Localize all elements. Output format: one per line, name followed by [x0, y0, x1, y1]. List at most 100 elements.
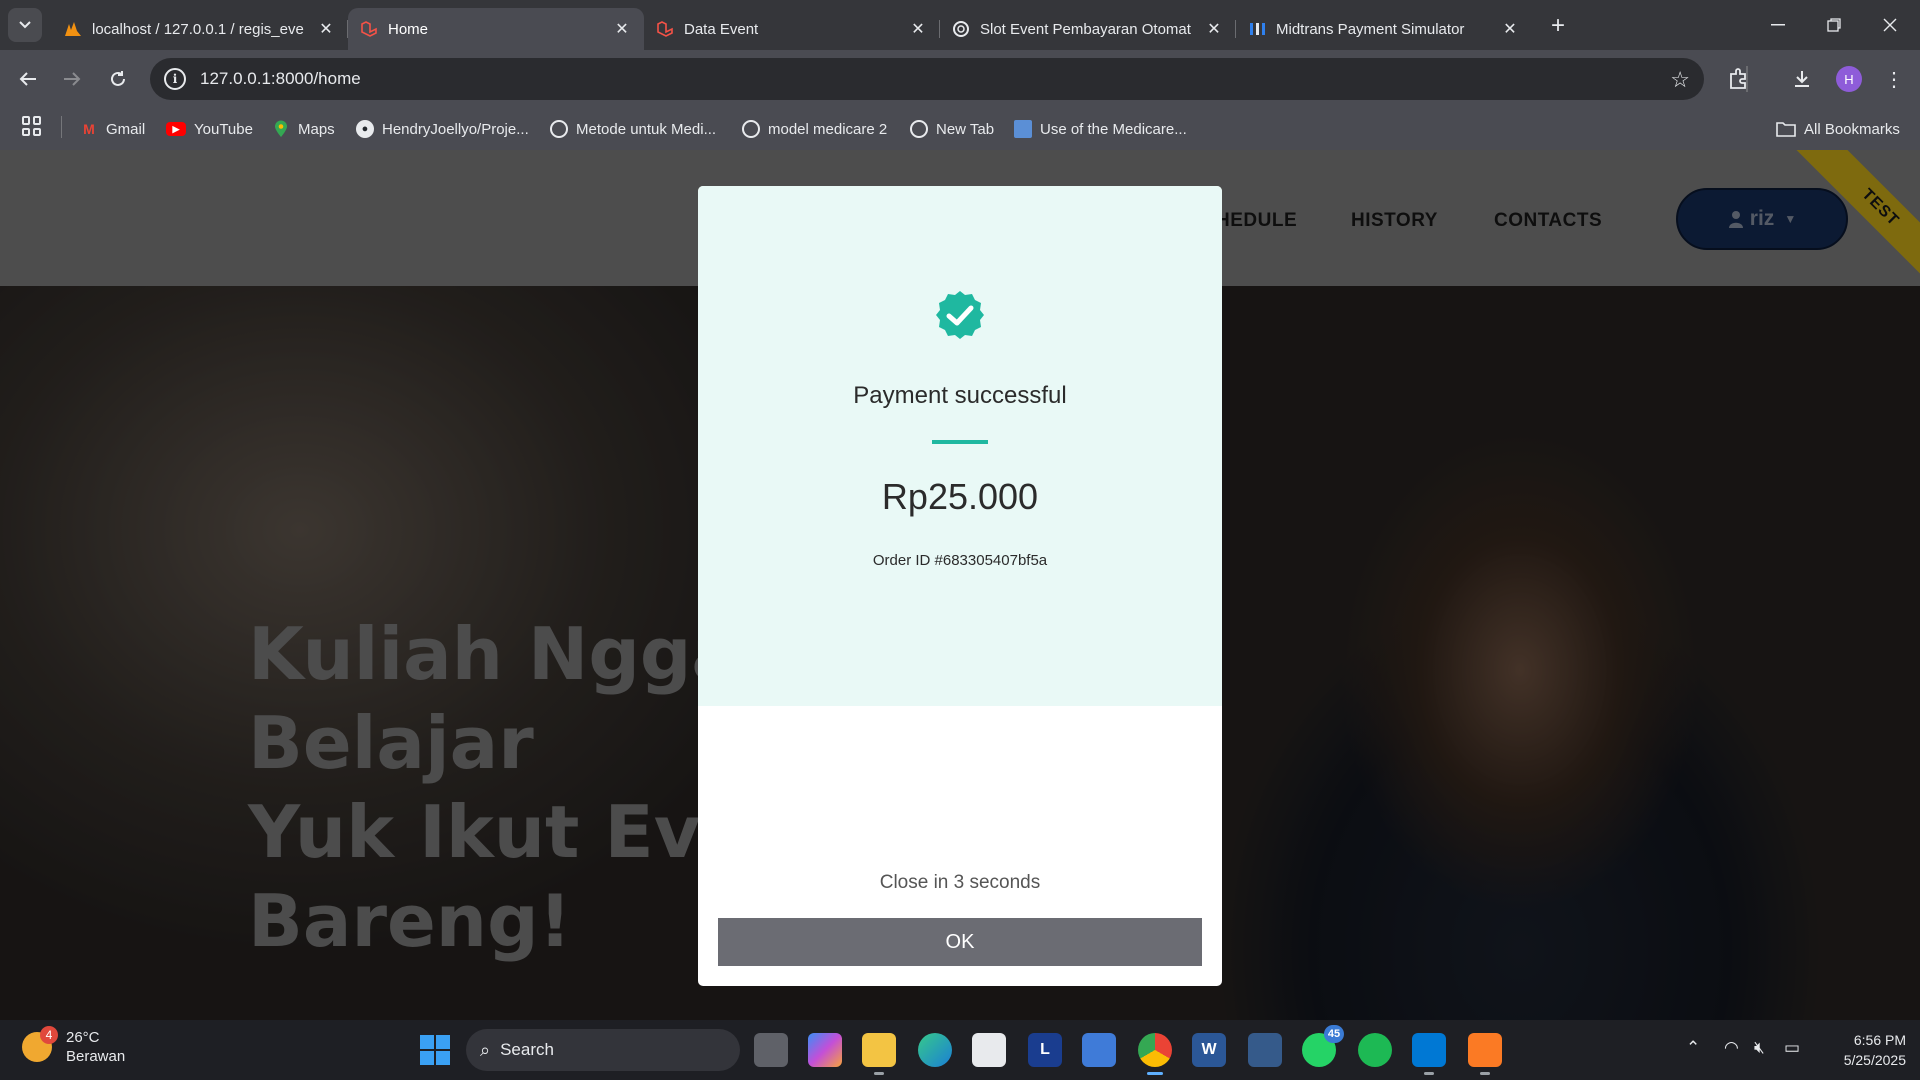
reload-icon [111, 71, 125, 86]
close-window-button[interactable] [1862, 0, 1918, 50]
new-tab-button[interactable]: + [1544, 12, 1572, 40]
youtube-icon: ▶ [166, 122, 186, 136]
restore-button[interactable] [1806, 0, 1862, 50]
edge-icon[interactable] [918, 1033, 952, 1067]
check-circle-icon [936, 291, 984, 339]
phpmyadmin-icon [64, 20, 82, 38]
task-view-icon[interactable] [754, 1033, 788, 1067]
arrow-right-icon [64, 72, 81, 86]
close-tab-icon[interactable]: ✕ [316, 19, 336, 39]
tab-title: Slot Event Pembayaran Otomat [980, 20, 1191, 38]
bookmark-star-icon[interactable]: ☆ [1670, 67, 1690, 93]
reload-button[interactable] [102, 63, 134, 95]
start-button[interactable] [420, 1035, 450, 1065]
chevron-up-icon[interactable]: ⌃ [1686, 1038, 1700, 1058]
tab-data-event[interactable]: Data Event ✕ [644, 8, 940, 50]
bookmark-new-tab[interactable]: New Tab [910, 108, 994, 150]
openai-icon [952, 20, 970, 38]
address-bar[interactable]: i 127.0.0.1:8000/home ☆ [150, 58, 1704, 100]
payment-success-modal: Payment successful Rp25.000 Order ID #68… [698, 186, 1222, 986]
pen-app-icon[interactable] [1082, 1033, 1116, 1067]
laravel-icon [360, 20, 378, 38]
bookmark-model-medicare[interactable]: model medicare 2 [742, 108, 887, 150]
bookmark-label: Maps [298, 120, 335, 138]
vscode-icon[interactable] [1412, 1033, 1446, 1075]
tab-home[interactable]: Home ✕ [348, 8, 644, 50]
bookmark-youtube[interactable]: ▶ YouTube [166, 108, 253, 150]
profile-avatar[interactable]: H [1836, 66, 1862, 92]
weather-widget[interactable]: 4 26°C Berawan [22, 1026, 126, 1066]
doc-icon [1014, 120, 1032, 138]
chevron-down-icon [19, 21, 31, 29]
weather-cloud-icon: 4 [22, 1026, 58, 1062]
minimize-button[interactable] [1750, 0, 1806, 50]
spotify-icon[interactable] [1358, 1033, 1392, 1067]
forward-button[interactable] [56, 63, 88, 95]
url-text: 127.0.0.1:8000/home [200, 69, 361, 88]
microsoft-store-icon[interactable] [972, 1033, 1006, 1067]
site-info-icon[interactable]: i [164, 68, 186, 90]
tab-title: Midtrans Payment Simulator [1276, 20, 1465, 38]
bookmarks-divider [61, 116, 62, 138]
search-icon: ⌕ [480, 1039, 491, 1060]
file-explorer-icon[interactable] [862, 1033, 896, 1075]
notification-count: 45 [1324, 1025, 1344, 1043]
github-icon: ● [356, 120, 374, 138]
bookmark-github[interactable]: ● HendryJoellyo/Proje... [356, 108, 529, 150]
close-tab-icon[interactable]: ✕ [612, 19, 632, 39]
bookmark-label: Metode untuk Medi... [576, 120, 717, 138]
bookmark-label: HendryJoellyo/Proje... [382, 120, 529, 138]
word-icon[interactable]: W [1192, 1033, 1226, 1067]
volume-muted-icon[interactable]: 🔇︎ [1754, 1038, 1765, 1058]
close-tab-icon[interactable]: ✕ [1204, 19, 1224, 39]
tab-title: Data Event [684, 20, 759, 38]
chrome-icon[interactable] [1138, 1033, 1172, 1075]
apps-grid-icon[interactable] [22, 116, 42, 136]
bookmark-maps[interactable]: Maps [272, 108, 335, 150]
midtrans-icon [1248, 20, 1266, 38]
bookmark-label: Use of the Medicare... [1040, 120, 1187, 138]
tab-search-button[interactable] [8, 8, 42, 42]
taskbar-search[interactable]: ⌕ Search [466, 1029, 740, 1071]
system-clock[interactable]: 6:56 PM 5/25/2025 [1822, 1030, 1906, 1070]
bookmark-metode[interactable]: Metode untuk Medi... [550, 108, 716, 150]
tab-phpmyadmin[interactable]: localhost / 127.0.0.1 / regis_eve ✕ [52, 8, 348, 50]
l-app-icon[interactable]: L [1028, 1033, 1062, 1067]
web-page: HEDULE HISTORY CONTACTS riz ▼ TEST Kulia… [0, 150, 1920, 1020]
folder-icon [1776, 122, 1796, 137]
tab-title: Home [388, 20, 429, 38]
copilot-icon[interactable] [808, 1033, 842, 1067]
clock-date: 5/25/2025 [1843, 1052, 1906, 1068]
bookmark-gmail[interactable]: M Gmail [80, 108, 145, 150]
arrow-left-icon [19, 72, 36, 86]
close-tab-icon[interactable]: ✕ [1500, 19, 1520, 39]
wifi-icon[interactable]: ◠ [1724, 1038, 1739, 1058]
bookmark-label: model medicare 2 [768, 120, 888, 138]
ok-button[interactable]: OK [718, 918, 1202, 966]
xampp-icon[interactable] [1468, 1033, 1502, 1075]
downloads-icon[interactable] [1788, 65, 1816, 93]
bookmark-label: Gmail [106, 120, 146, 138]
back-button[interactable] [12, 63, 44, 95]
globe-icon [742, 120, 760, 138]
minimize-icon [1771, 24, 1785, 26]
whatsapp-icon[interactable]: 45 [1302, 1025, 1344, 1067]
close-tab-icon[interactable]: ✕ [908, 19, 928, 39]
search-label: Search [500, 1040, 554, 1059]
globe-icon [910, 120, 928, 138]
payment-amount: Rp25.000 [881, 476, 1039, 517]
all-bookmarks-label: All Bookmarks [1804, 120, 1900, 138]
tab-title: localhost / 127.0.0.1 / regis_eve [92, 20, 304, 38]
sql-app-icon[interactable] [1248, 1033, 1282, 1067]
tab-strip: localhost / 127.0.0.1 / regis_eve ✕ Home… [0, 0, 1920, 50]
tab-midtrans[interactable]: Midtrans Payment Simulator ✕ [1236, 8, 1532, 50]
tab-slot-event[interactable]: Slot Event Pembayaran Otomat ✕ [940, 8, 1236, 50]
kebab-menu-icon[interactable]: ⋮ [1880, 65, 1908, 93]
bookmark-label: YouTube [194, 120, 253, 138]
browser-toolbar: i 127.0.0.1:8000/home ☆ H ⋮ [0, 50, 1920, 108]
all-bookmarks[interactable]: All Bookmarks [1776, 108, 1900, 150]
battery-icon[interactable]: ▭ [1784, 1038, 1800, 1058]
weather-condition: Berawan [66, 1048, 126, 1065]
bookmark-use-of-medicare[interactable]: Use of the Medicare... [1014, 108, 1187, 150]
payment-status-title: Payment successful [853, 382, 1067, 409]
